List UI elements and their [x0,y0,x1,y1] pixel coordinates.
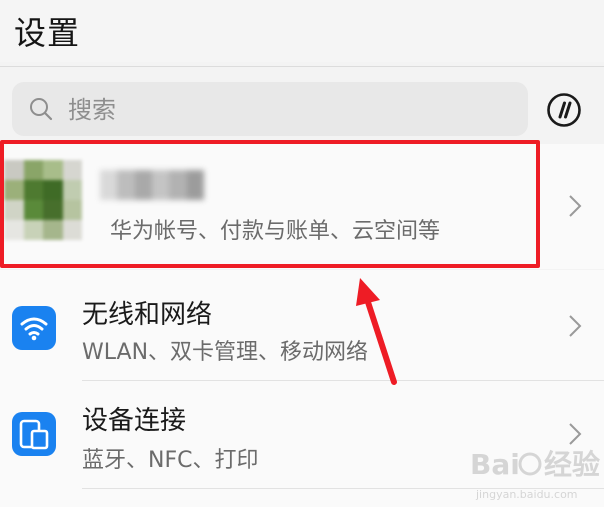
search-bar[interactable] [12,82,528,136]
chevron-right-icon [569,315,582,337]
search-input[interactable] [66,90,510,130]
svg-text:经验: 经验 [544,448,600,481]
search-icon [30,98,53,121]
account-name-redacted [100,170,204,200]
header-divider [0,66,604,67]
row-title: 设备连接 [82,406,187,436]
svg-text:jingyan.baidu.com: jingyan.baidu.com [475,488,578,501]
chevron-right-icon [569,195,582,217]
row-subtitle: 蓝牙、NFC、打印 [82,448,259,473]
device-connection-icon [12,412,56,456]
account-card[interactable] [0,144,604,269]
header: 设置 [0,0,604,62]
row-title: 无线和网络 [82,300,213,330]
avatar [4,160,82,240]
page-title: 设置 [14,14,81,52]
row-subtitle: WLAN、双卡管理、移动网络 [82,340,369,365]
baidu-watermark-logo: Bai 经验 jingyan.baidu.com [470,448,600,501]
wifi-icon [12,306,56,350]
hicare-icon[interactable] [546,92,582,128]
account-subtitle: 华为帐号、付款与账单、云空间等 [110,219,441,244]
divider [82,380,604,381]
list-item-wireless[interactable]: 无线和网络 WLAN、双卡管理、移动网络 [0,270,604,378]
svg-text:Bai: Bai [470,448,520,481]
